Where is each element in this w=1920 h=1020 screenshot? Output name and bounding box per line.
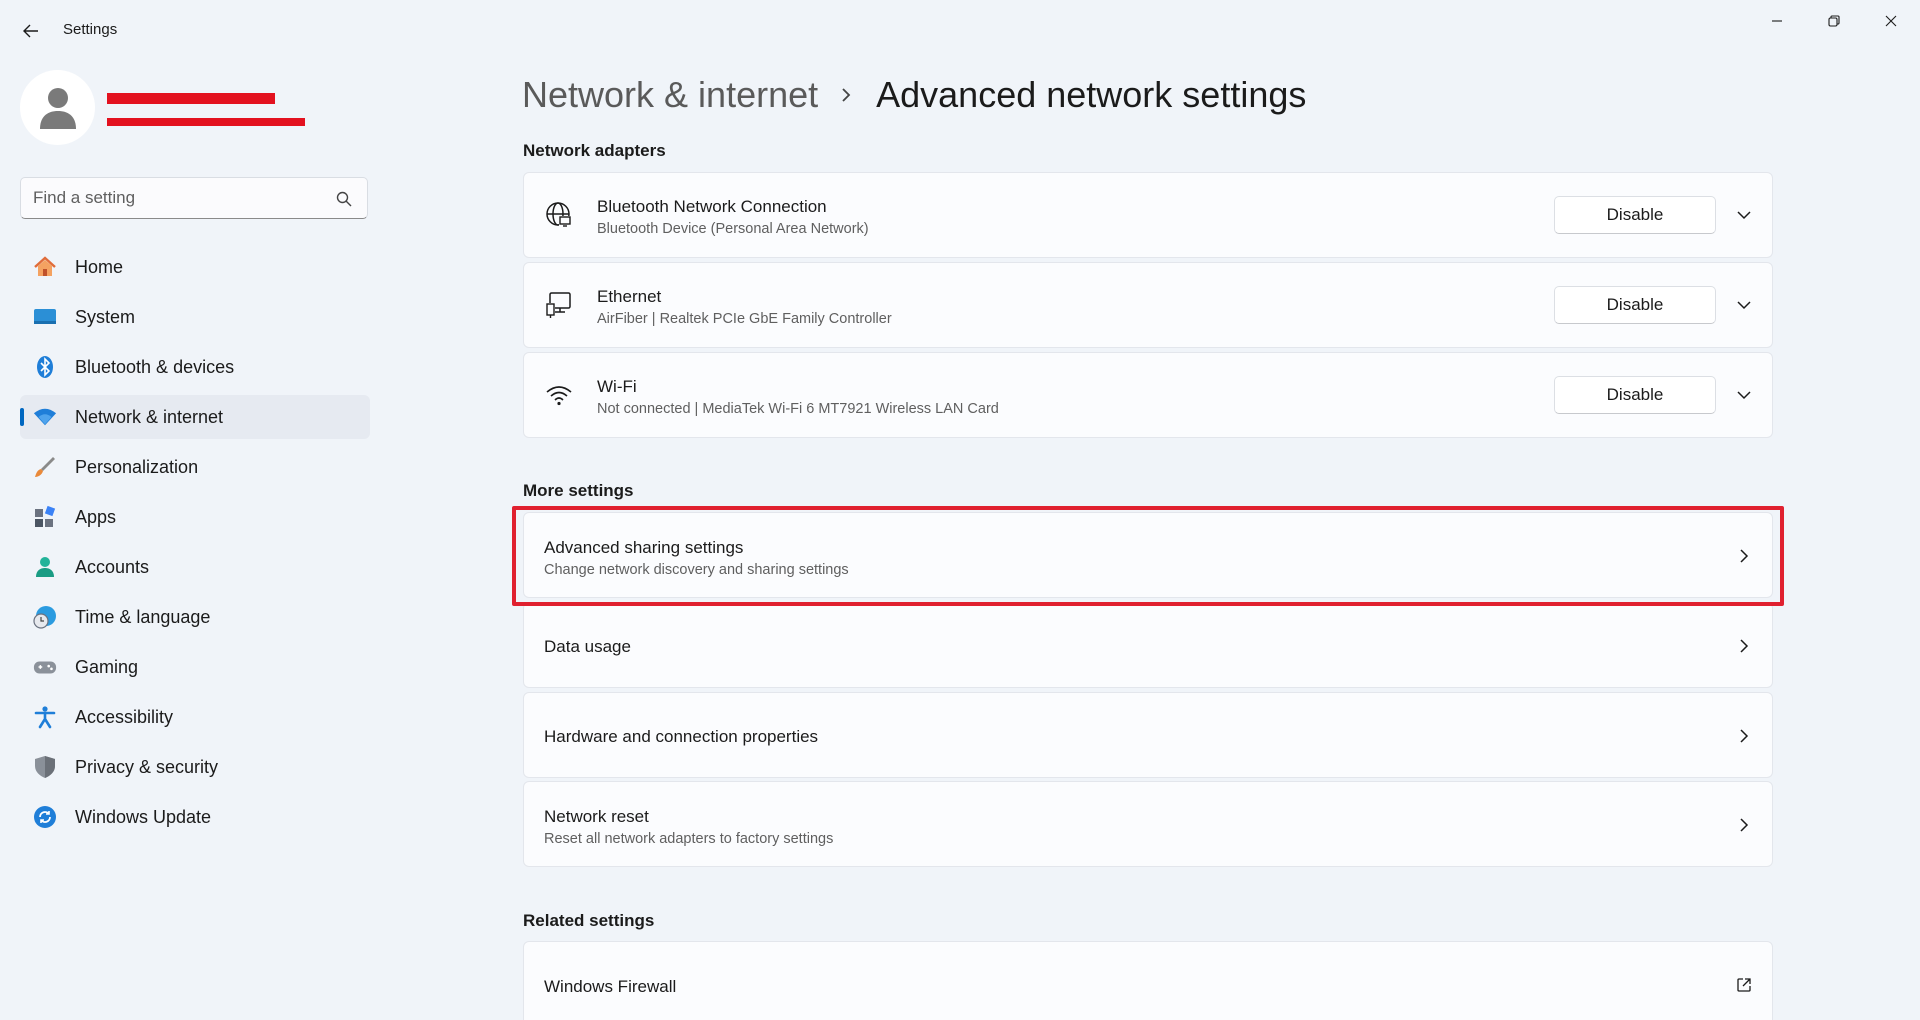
restore-icon <box>1828 15 1840 27</box>
sidebar-item-label: Bluetooth & devices <box>75 357 235 377</box>
breadcrumb-parent-link[interactable]: Network & internet <box>522 74 818 116</box>
wifi-icon <box>33 405 57 429</box>
sidebar-item-label: Gaming <box>75 657 139 677</box>
redacted-user-name <box>107 93 275 104</box>
system-icon <box>33 305 57 329</box>
back-button[interactable] <box>16 16 46 46</box>
sidebar-item-accounts[interactable]: Accounts <box>20 545 370 589</box>
search-input[interactable] <box>33 187 323 209</box>
sidebar-item-system[interactable]: System <box>20 295 370 339</box>
search-box[interactable] <box>20 177 368 219</box>
adapter-name: Bluetooth Network Connection <box>597 197 827 216</box>
sidebar-item-accessibility[interactable]: Accessibility <box>20 695 370 739</box>
accessibility-icon <box>33 705 57 729</box>
adapter-description: AirFiber | Realtek PCIe GbE Family Contr… <box>597 311 892 327</box>
chevron-right-icon <box>1736 728 1752 744</box>
adapter-name: Ethernet <box>597 287 662 306</box>
adapter-description: Bluetooth Device (Personal Area Network) <box>597 221 869 237</box>
disable-wifi-button[interactable]: Disable <box>1554 376 1716 414</box>
section-title-network-adapters: Network adapters <box>523 141 666 160</box>
minimize-button[interactable] <box>1757 6 1797 36</box>
hardware-connection-properties-item[interactable]: Hardware and connection properties <box>523 692 1773 778</box>
chevron-right-icon <box>1736 548 1752 564</box>
avatar <box>20 70 95 145</box>
chevron-down-icon[interactable] <box>1736 387 1752 403</box>
bluetooth-icon <box>33 355 57 379</box>
network-reset-item[interactable]: Network reset Reset all network adapters… <box>523 781 1773 867</box>
breadcrumb: Network & internet Advanced network sett… <box>522 70 1306 120</box>
accounts-icon <box>33 555 57 579</box>
advanced-sharing-settings-item[interactable]: Advanced sharing settings Change network… <box>523 512 1773 598</box>
gamepad-icon <box>33 655 57 679</box>
ethernet-icon <box>544 290 574 320</box>
sidebar-item-label: Personalization <box>75 457 199 477</box>
globe-clock-icon <box>33 605 57 629</box>
data-usage-item[interactable]: Data usage <box>523 602 1773 688</box>
sidebar-item-time-language[interactable]: Time & language <box>20 595 370 639</box>
page-title: Advanced network settings <box>876 74 1307 115</box>
adapter-name: Wi-Fi <box>597 377 637 396</box>
sidebar-item-apps[interactable]: Apps <box>20 495 370 539</box>
back-arrow-icon <box>23 24 38 38</box>
sidebar-item-label: Time & language <box>75 607 211 627</box>
item-title: Advanced sharing settings <box>544 538 744 557</box>
item-title: Data usage <box>544 637 631 656</box>
sidebar-item-label: Privacy & security <box>75 757 219 777</box>
chevron-down-icon[interactable] <box>1736 207 1752 223</box>
sidebar-item-label: Network & internet <box>75 407 224 427</box>
sidebar-item-privacy[interactable]: Privacy & security <box>20 745 370 789</box>
sidebar-item-windows-update[interactable]: Windows Update <box>20 795 370 839</box>
apps-icon <box>33 505 57 529</box>
adapter-description: Not connected | MediaTek Wi-Fi 6 MT7921 … <box>597 401 999 417</box>
adapter-card-bluetooth[interactable]: Bluetooth Network Connection Bluetooth D… <box>523 172 1773 258</box>
disable-ethernet-button[interactable]: Disable <box>1554 286 1716 324</box>
sidebar-item-label: Apps <box>75 507 117 527</box>
chevron-right-icon <box>1736 638 1752 654</box>
sidebar-item-network[interactable]: Network & internet <box>20 395 370 439</box>
chevron-right-icon <box>1736 817 1752 833</box>
item-subtitle: Reset all network adapters to factory se… <box>544 831 834 847</box>
sidebar-item-personalization[interactable]: Personalization <box>20 445 370 489</box>
chevron-down-icon[interactable] <box>1736 297 1752 313</box>
item-title: Network reset <box>544 807 649 826</box>
disable-bluetooth-button[interactable]: Disable <box>1554 196 1716 234</box>
redacted-user-email <box>107 118 305 126</box>
external-link-icon <box>1736 977 1752 993</box>
item-subtitle: Change network discovery and sharing set… <box>544 562 849 578</box>
brush-icon <box>33 455 57 479</box>
sidebar-item-home[interactable]: Home <box>20 245 370 289</box>
wifi-icon <box>544 380 574 410</box>
sidebar-item-label: Accessibility <box>75 707 174 727</box>
section-title-related-settings: Related settings <box>523 911 655 930</box>
sidebar-item-label: Home <box>75 257 124 277</box>
close-icon <box>1885 15 1897 27</box>
minimize-icon <box>1772 20 1782 22</box>
search-icon <box>336 191 352 207</box>
update-icon <box>33 805 57 829</box>
section-title-more-settings: More settings <box>523 481 634 500</box>
adapter-card-wifi[interactable]: Wi-Fi Not connected | MediaTek Wi-Fi 6 M… <box>523 352 1773 438</box>
chevron-right-icon <box>840 84 854 106</box>
shield-icon <box>33 755 57 779</box>
sidebar-item-label: Accounts <box>75 557 150 577</box>
app-title: Settings <box>63 21 118 38</box>
adapter-card-ethernet[interactable]: Ethernet AirFiber | Realtek PCIe GbE Fam… <box>523 262 1773 348</box>
globe-network-icon <box>544 200 574 230</box>
restore-button[interactable] <box>1814 6 1854 36</box>
item-title: Windows Firewall <box>544 977 677 996</box>
title-bar: Settings <box>0 0 1920 60</box>
sidebar-item-label: System <box>75 307 136 327</box>
close-button[interactable] <box>1871 6 1911 36</box>
settings-window: Settings Home <box>0 0 1920 1020</box>
home-icon <box>33 255 57 279</box>
windows-firewall-item[interactable]: Windows Firewall <box>523 941 1773 1020</box>
sidebar-item-label: Windows Update <box>75 807 212 827</box>
user-profile[interactable] <box>20 70 370 146</box>
person-icon <box>39 87 76 129</box>
sidebar-nav: Home System Bluetooth & devices Network … <box>20 245 370 845</box>
item-title: Hardware and connection properties <box>544 727 819 746</box>
sidebar-item-gaming[interactable]: Gaming <box>20 645 370 689</box>
sidebar-item-bluetooth[interactable]: Bluetooth & devices <box>20 345 370 389</box>
